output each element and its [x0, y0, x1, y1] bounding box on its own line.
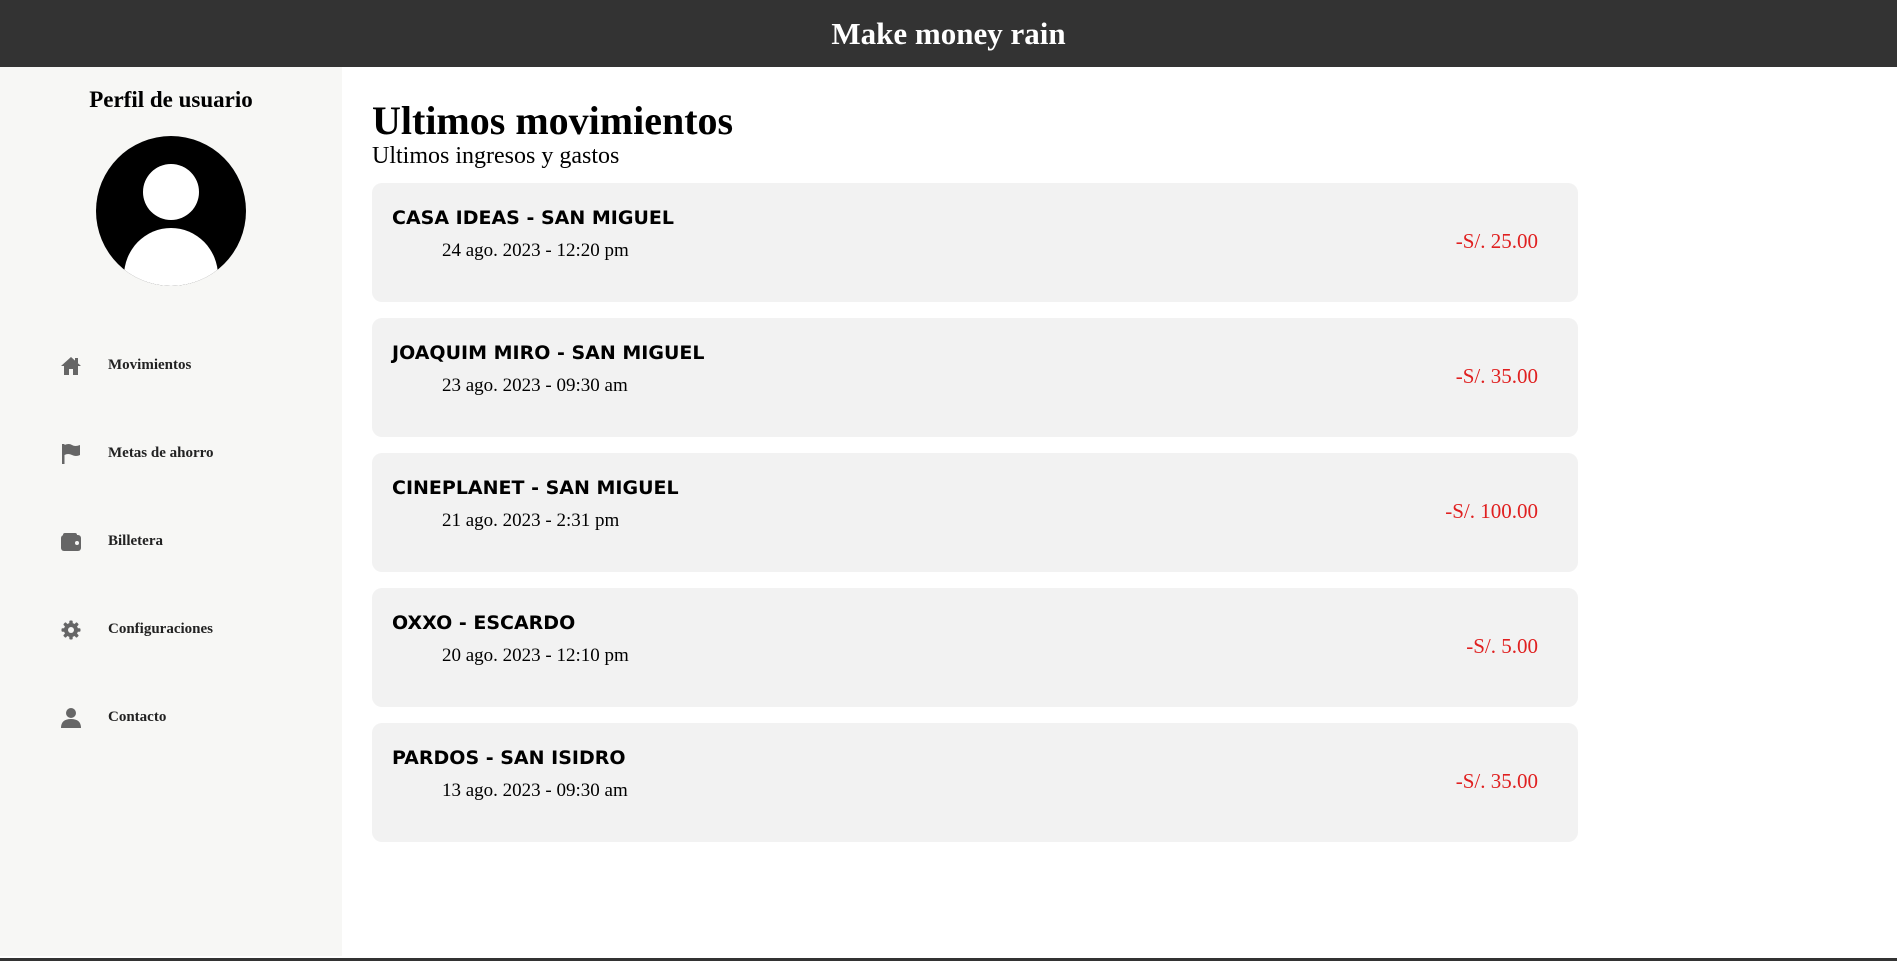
transaction-amount: -S/. 35.00	[1455, 364, 1538, 389]
sidebar-item-metas-de-ahorro[interactable]: Metas de ahorro	[0, 410, 342, 498]
profile-title: Perfil de usuario	[89, 87, 253, 112]
transaction-amount: -S/. 5.00	[1466, 634, 1538, 659]
sidebar-item-label: Movimientos	[108, 357, 192, 374]
transaction-merchant: OXXO - ESCARDO	[392, 612, 576, 635]
page-subtitle: Ultimos ingresos y gastos	[372, 143, 620, 169]
transaction-amount: -S/. 35.00	[1455, 769, 1538, 794]
page-title: Ultimos movimientos	[372, 98, 734, 143]
user-icon	[58, 705, 84, 731]
sidebar-nav: Movimientos Metas de ahorro Billetera Co…	[0, 322, 342, 762]
transaction-amount: -S/. 100.00	[1445, 499, 1538, 524]
transaction-merchant: JOAQUIM MIRO - SAN MIGUEL	[392, 342, 705, 365]
transaction-date: 21 ago. 2023 - 2:31 pm	[442, 510, 620, 532]
transaction-date: 20 ago. 2023 - 12:10 pm	[442, 645, 629, 667]
transaction-merchant: CINEPLANET - SAN MIGUEL	[392, 477, 679, 500]
sidebar-item-billetera[interactable]: Billetera	[0, 498, 342, 586]
sidebar-item-label: Configuraciones	[108, 621, 213, 638]
top-bar: Make money rain	[0, 0, 1897, 67]
transaction-card[interactable]: CASA IDEAS - SAN MIGUEL 24 ago. 2023 - 1…	[372, 183, 1578, 303]
transaction-card[interactable]: OXXO - ESCARDO 20 ago. 2023 - 12:10 pm -…	[372, 588, 1578, 708]
avatar-body	[124, 227, 218, 286]
home-icon	[58, 353, 84, 379]
avatar[interactable]	[96, 135, 246, 286]
flag-icon	[58, 441, 84, 467]
gear-icon	[58, 617, 84, 643]
transaction-card[interactable]: PARDOS - SAN ISIDRO 13 ago. 2023 - 09:30…	[372, 723, 1578, 843]
transaction-card[interactable]: JOAQUIM MIRO - SAN MIGUEL 23 ago. 2023 -…	[372, 318, 1578, 438]
transaction-date: 23 ago. 2023 - 09:30 am	[442, 375, 628, 397]
sidebar: Perfil de usuario Movimientos Metas de a…	[0, 67, 342, 956]
sidebar-item-label: Contacto	[108, 709, 167, 726]
avatar-head	[143, 163, 199, 220]
sidebar-item-movimientos[interactable]: Movimientos	[0, 322, 342, 410]
transaction-date: 13 ago. 2023 - 09:30 am	[442, 780, 628, 802]
sidebar-item-label: Billetera	[108, 533, 163, 550]
sidebar-item-label: Metas de ahorro	[108, 445, 214, 462]
main-content: Ultimos movimientos Ultimos ingresos y g…	[342, 67, 1897, 956]
app-title: Make money rain	[831, 15, 1066, 51]
transaction-amount: -S/. 25.00	[1455, 229, 1538, 254]
sidebar-item-contacto[interactable]: Contacto	[0, 674, 342, 762]
transaction-merchant: CASA IDEAS - SAN MIGUEL	[392, 207, 674, 230]
wallet-icon	[58, 529, 84, 555]
sidebar-item-configuraciones[interactable]: Configuraciones	[0, 586, 342, 674]
transaction-merchant: PARDOS - SAN ISIDRO	[392, 747, 626, 770]
transaction-date: 24 ago. 2023 - 12:20 pm	[442, 240, 629, 262]
transaction-card[interactable]: CINEPLANET - SAN MIGUEL 21 ago. 2023 - 2…	[372, 453, 1578, 573]
